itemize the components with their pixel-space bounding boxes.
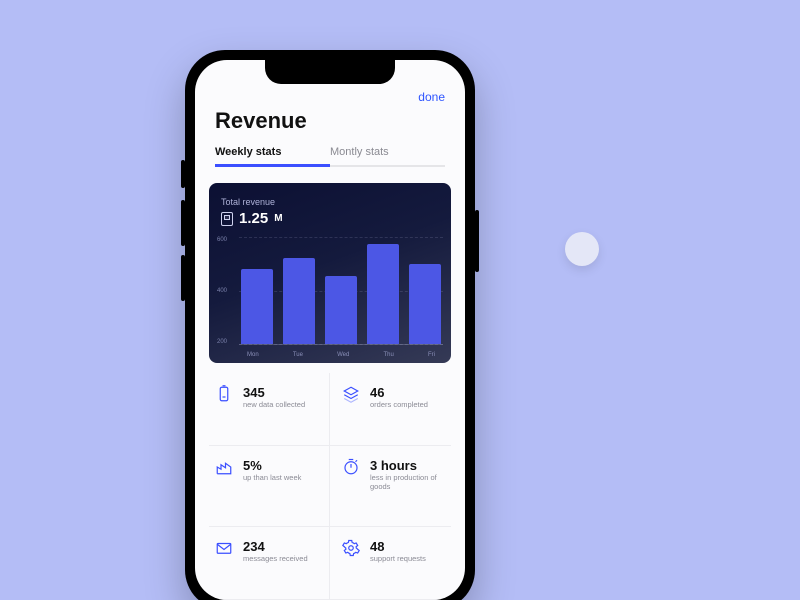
x-tick: Tue [293, 352, 303, 358]
y-axis-ticks: 600 400 200 [217, 237, 227, 345]
chart-bar[interactable] [325, 276, 357, 344]
stat-tile[interactable]: 345new data collected [209, 373, 330, 446]
phone-volume-down [181, 255, 185, 301]
layers-icon [342, 385, 360, 403]
phone-volume-up [181, 200, 185, 246]
decorative-dot [565, 232, 599, 266]
stat-tile[interactable]: 5%up than last week [209, 446, 330, 528]
y-tick: 200 [217, 339, 227, 345]
phone-frame: done Revenue Weekly stats Montly stats T… [185, 50, 475, 600]
stat-tile[interactable]: 48support requests [330, 527, 451, 600]
mail-icon [215, 539, 233, 557]
chart-bars [239, 237, 443, 345]
calculator-icon [221, 212, 233, 226]
chart-bar[interactable] [409, 264, 441, 344]
x-axis-labels: Mon Tue Wed Thu Fri [239, 352, 443, 358]
stat-value: 345 [243, 385, 305, 400]
stat-label: support requests [370, 554, 426, 563]
chart-bar[interactable] [283, 258, 315, 344]
gear-icon [342, 539, 360, 557]
x-tick: Wed [337, 352, 349, 358]
x-tick: Fri [428, 352, 435, 358]
stat-tile[interactable]: 234messages received [209, 527, 330, 600]
chart-bar[interactable] [367, 244, 399, 344]
stat-value: 3 hours [370, 458, 445, 473]
phone-power-button [475, 210, 479, 272]
stat-label: messages received [243, 554, 308, 563]
factory-icon [215, 458, 233, 476]
phone-notch [265, 60, 395, 84]
total-revenue-label: Total revenue [221, 197, 439, 207]
x-tick: Mon [247, 352, 259, 358]
done-button[interactable]: done [215, 90, 445, 104]
page-title: Revenue [215, 108, 445, 134]
total-revenue-value: 1.25 [239, 210, 268, 227]
stat-value: 46 [370, 385, 428, 400]
stat-label: up than last week [243, 473, 301, 482]
stat-value: 5% [243, 458, 301, 473]
stat-value: 48 [370, 539, 426, 554]
tabs: Weekly stats Montly stats [215, 146, 445, 167]
timer-icon [342, 458, 360, 476]
total-revenue-unit: M [274, 213, 282, 224]
tab-monthly-stats[interactable]: Montly stats [330, 146, 445, 167]
revenue-chart-card: Total revenue 1.25 M 600 400 200 Mon Tue We… [209, 183, 451, 363]
tab-weekly-stats[interactable]: Weekly stats [215, 146, 330, 167]
chart-bar[interactable] [241, 269, 273, 344]
stat-label: new data collected [243, 400, 305, 409]
bar-chart: 600 400 200 [239, 237, 443, 345]
stat-value: 234 [243, 539, 308, 554]
stat-label: orders completed [370, 400, 428, 409]
stat-label: less in production of goods [370, 473, 445, 492]
stat-tile[interactable]: 46orders completed [330, 373, 451, 446]
phone-mute-switch [181, 160, 185, 188]
stat-tile[interactable]: 3 hoursless in production of goods [330, 446, 451, 528]
y-tick: 600 [217, 237, 227, 243]
x-tick: Thu [384, 352, 394, 358]
y-tick: 400 [217, 288, 227, 294]
battery-icon [215, 385, 233, 403]
stats-grid: 345new data collected46orders completed5… [209, 373, 451, 600]
screen: done Revenue Weekly stats Montly stats T… [195, 60, 465, 600]
